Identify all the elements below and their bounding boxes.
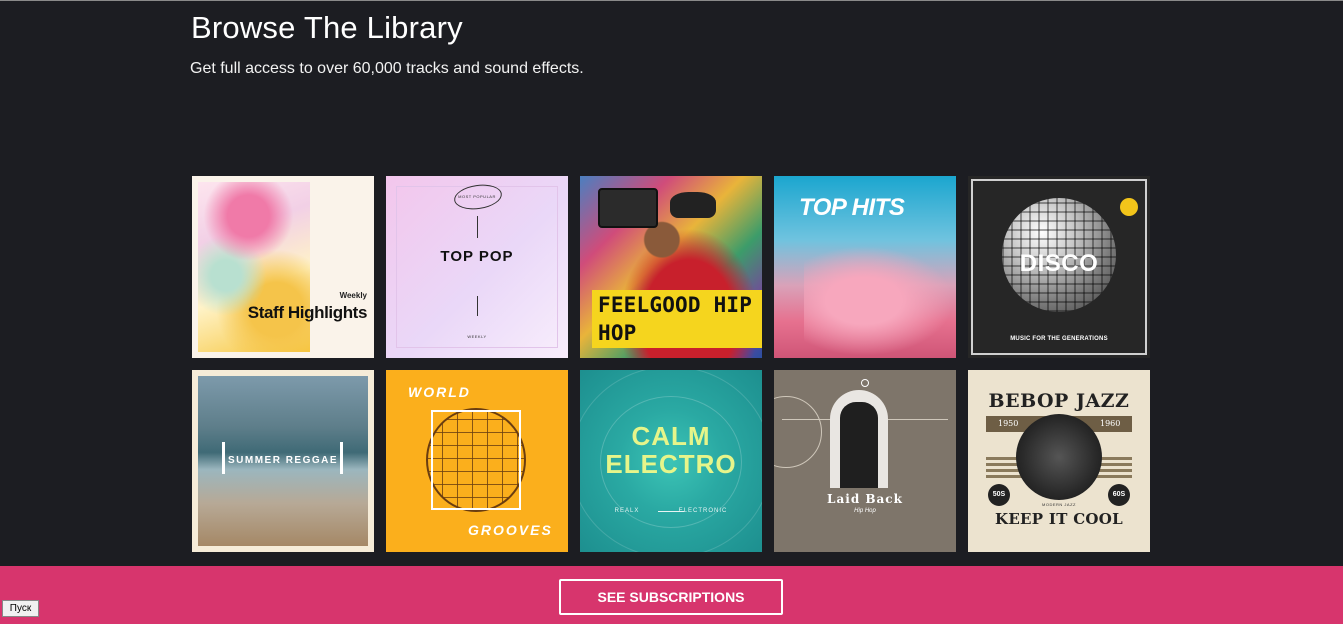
boombox-icon bbox=[598, 188, 658, 228]
divider bbox=[477, 296, 478, 316]
tile-label: SUMMER REGGAE bbox=[227, 455, 339, 466]
tile-sublabel: MUSIC FOR THE GENERATIONS bbox=[1010, 336, 1108, 342]
page-title: Browse The Library bbox=[191, 10, 463, 45]
tile-badge: MOST POPULAR bbox=[458, 194, 496, 199]
playlist-tile-feelgood-hip-hop[interactable]: FEELGOOD HIP HOP bbox=[580, 176, 762, 358]
tile-label: CALM ELECTRO bbox=[605, 421, 737, 479]
tile-label: BEBOP JAZZ bbox=[988, 390, 1130, 412]
playlist-tile-disco[interactable]: DISCO MUSIC FOR THE GENERATIONS bbox=[968, 176, 1150, 358]
tile-label-top: WORLD bbox=[408, 384, 471, 400]
year-right: 1960 bbox=[1100, 419, 1121, 428]
tile-sublabel: Weekly bbox=[339, 291, 367, 300]
tile-bottom-label: KEEP IT COOL bbox=[994, 510, 1124, 528]
tile-label: FEELGOOD HIP HOP bbox=[592, 290, 762, 348]
tile-label: Laid Back bbox=[827, 492, 903, 506]
tile-label: Staff Highlights bbox=[247, 303, 368, 322]
arch-photo bbox=[830, 390, 888, 488]
tile-label: DISCO bbox=[1019, 250, 1099, 277]
playlist-tile-staff-highlights[interactable]: Weekly Staff Highlights bbox=[192, 176, 374, 358]
playlist-tile-bebop-jazz[interactable]: BEBOP JAZZ 1950 1960 50S 60S MODERN JAZZ… bbox=[968, 370, 1150, 552]
playlist-tile-laid-back[interactable]: Laid Back Hip Hop bbox=[774, 370, 956, 552]
hat-graphic bbox=[670, 192, 716, 218]
tag-2: ELECTRONIC bbox=[678, 508, 728, 514]
circle-ornament bbox=[774, 396, 822, 468]
record-disc-icon bbox=[1016, 414, 1102, 500]
person-silhouette bbox=[840, 402, 878, 488]
cover-frame bbox=[396, 186, 558, 348]
playlist-tile-world-grooves[interactable]: WORLD GROOVES bbox=[386, 370, 568, 552]
library-grid: Weekly Staff Highlights MOST POPULAR TOP… bbox=[192, 176, 1150, 552]
cover-frame bbox=[431, 410, 521, 510]
divider bbox=[477, 216, 478, 238]
see-subscriptions-button[interactable]: SEE SUBSCRIPTIONS bbox=[559, 579, 783, 615]
playlist-tile-summer-reggae[interactable]: SUMMER REGGAE bbox=[192, 370, 374, 552]
cover-art bbox=[198, 182, 310, 352]
badge-icon bbox=[1120, 198, 1138, 216]
start-button[interactable]: Пуск bbox=[2, 600, 39, 617]
year-left: 1950 bbox=[998, 419, 1019, 428]
tile-label: TOP POP bbox=[440, 248, 514, 265]
playlist-tile-calm-electro[interactable]: CALM ELECTRO REALX ELECTRONIC bbox=[580, 370, 762, 552]
tile-sublabel: Hip Hop bbox=[854, 508, 876, 514]
tile-tagline: MODERN JAZZ bbox=[1042, 502, 1076, 507]
tag-1: REALX bbox=[614, 508, 640, 514]
tile-label: TOP HITS bbox=[799, 194, 905, 221]
top-border bbox=[0, 0, 1343, 1]
divider bbox=[658, 511, 684, 512]
playlist-tile-top-hits[interactable]: TOP HITS bbox=[774, 176, 956, 358]
page-subtitle: Get full access to over 60,000 tracks an… bbox=[190, 60, 584, 77]
cover-art bbox=[804, 246, 954, 356]
playlist-tile-top-pop[interactable]: MOST POPULAR TOP POP WEEKLY bbox=[386, 176, 568, 358]
tile-footer: WEEKLY bbox=[467, 334, 487, 339]
tile-label-bottom: GROOVES bbox=[468, 522, 553, 538]
dot-ornament bbox=[861, 379, 869, 387]
